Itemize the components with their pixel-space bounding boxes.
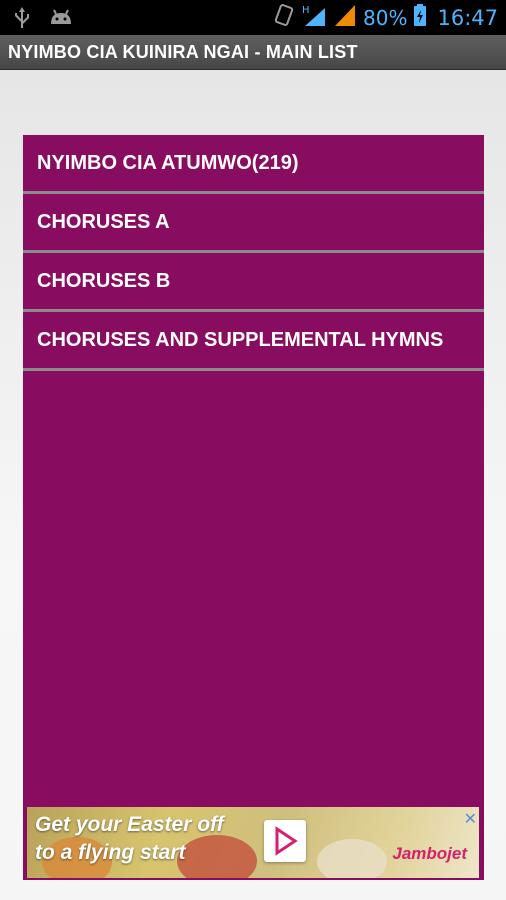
rotate-icon [273,3,295,32]
page-title: NYIMBO CIA KUINIRA NGAI - MAIN LIST [8,42,358,62]
signal-icon [333,3,357,32]
ad-close-icon[interactable]: ✕ [464,809,477,828]
ad-headline: Get your Easter off [35,813,224,836]
list-item-choruses-a[interactable]: CHORUSES A [23,194,484,253]
list-item-label: CHORUSES A [37,210,170,233]
battery-icon [413,3,427,32]
clock: 16:47 [437,5,498,30]
ad-play-button[interactable] [264,820,306,862]
title-bar: NYIMBO CIA KUINIRA NGAI - MAIN LIST [0,35,506,70]
status-bar: H 80% 16:47 [0,0,506,35]
usb-icon [12,6,32,35]
main-list: NYIMBO CIA ATUMWO(219) CHORUSES A CHORUS… [23,135,484,880]
ad-banner[interactable]: Get your Easter off to a flying start Ja… [27,807,479,878]
network-icon: H [301,2,327,33]
battery-percent: 80% [363,5,408,30]
android-icon [48,8,74,33]
network-label: H [302,5,310,16]
list-item-label: CHORUSES B [37,269,171,292]
ad-background-egg [317,839,387,878]
list-item-choruses-b[interactable]: CHORUSES B [23,253,484,312]
ad-subheadline: to a flying start [35,841,186,864]
list-item-nyimbo-cia-atumwo[interactable]: NYIMBO CIA ATUMWO(219) [23,135,484,194]
list-item-label: CHORUSES AND SUPPLEMENTAL HYMNS [37,328,444,351]
play-icon [275,826,298,856]
ad-brand-logo: Jambojet [392,844,467,863]
list-item-choruses-supplemental-hymns[interactable]: CHORUSES AND SUPPLEMENTAL HYMNS [23,312,484,371]
list-item-label: NYIMBO CIA ATUMWO(219) [37,151,299,174]
ad-background-egg [177,835,257,878]
